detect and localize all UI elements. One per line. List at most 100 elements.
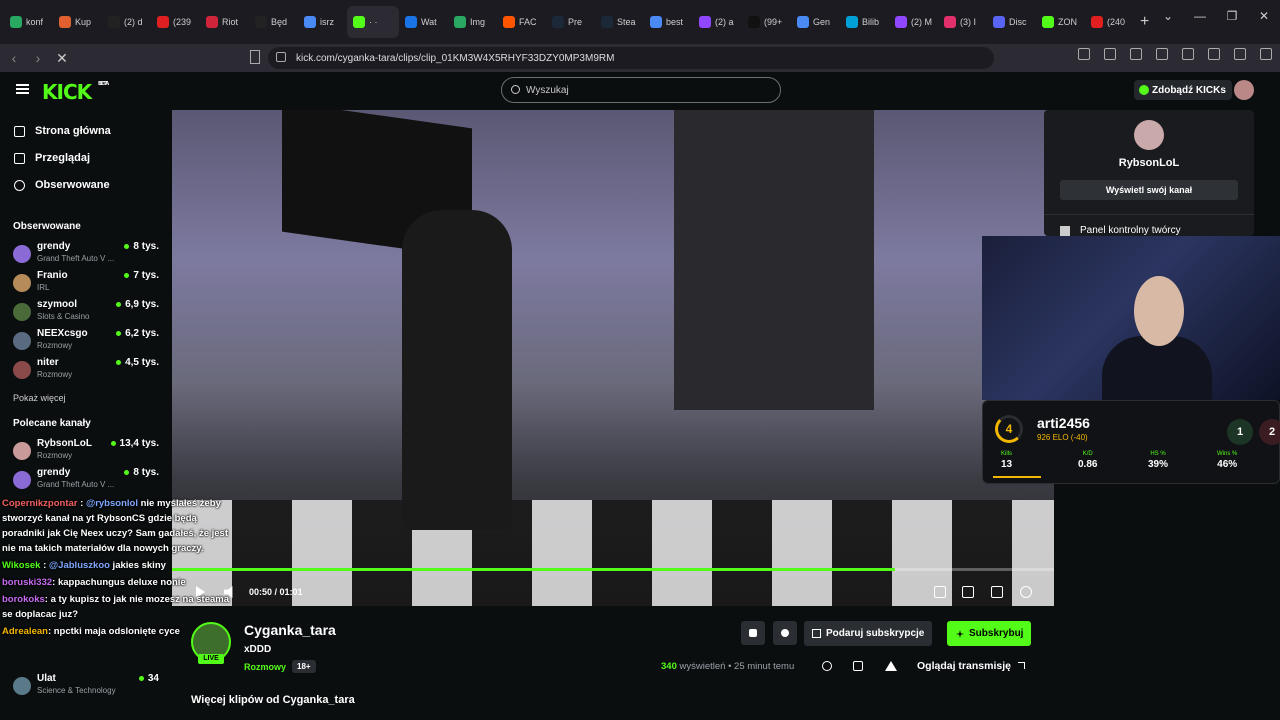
- follow-button[interactable]: [773, 621, 797, 645]
- sidebar-channel-item[interactable]: grendy Grand Theft Auto V ... 8 tys.: [13, 241, 163, 267]
- browser-tab[interactable]: Kup: [53, 6, 102, 38]
- report-icon[interactable]: [885, 661, 897, 671]
- sidebar-channel-item[interactable]: grendy Grand Theft Auto V ... 8 tys.: [13, 467, 163, 493]
- browser-tab[interactable]: (2) M: [889, 6, 938, 38]
- fullscreen-icon[interactable]: [991, 586, 1003, 598]
- back-button[interactable]: ‹: [4, 50, 24, 66]
- new-tab-button[interactable]: +: [1140, 13, 1149, 31]
- theater-mode-icon[interactable]: [962, 586, 974, 598]
- minimize-button[interactable]: —: [1184, 0, 1216, 32]
- restore-button[interactable]: ❐: [1216, 0, 1248, 32]
- view-channel-button[interactable]: Wyświetl swój kanał: [1060, 180, 1238, 200]
- browser-tab[interactable]: (240: [1085, 6, 1134, 38]
- star-icon: [956, 630, 964, 638]
- sidebar-channel-item[interactable]: Ulat Science & Technology 34: [13, 673, 163, 699]
- tab-search-icon[interactable]: ⌄: [1152, 0, 1184, 32]
- creator-dashboard-item[interactable]: Panel kontrolny twórcy: [1060, 225, 1181, 236]
- browser-tab[interactable]: best: [644, 6, 693, 38]
- dropdown-username: RybsonLoL: [1118, 157, 1180, 169]
- nav-following[interactable]: Obserwowane: [14, 179, 110, 191]
- viewer-count: 7 tys.: [124, 270, 159, 281]
- wallet-icon[interactable]: [1182, 48, 1194, 60]
- chat-username[interactable]: Wikosek: [2, 560, 40, 571]
- search-input[interactable]: Wyszukaj: [501, 77, 781, 103]
- channel-category: IRL: [37, 283, 50, 292]
- extension-icon[interactable]: [1078, 48, 1090, 60]
- user-avatar[interactable]: [1234, 80, 1254, 100]
- tab-favicon-icon: [846, 16, 858, 28]
- video-player[interactable]: 00:50 / 01:01: [172, 110, 1054, 606]
- download-icon[interactable]: [853, 661, 863, 671]
- pip-icon[interactable]: [934, 586, 946, 598]
- watch-stream-button[interactable]: Oglądaj transmisję: [909, 655, 1029, 677]
- channel-name: Franio: [37, 270, 68, 281]
- channel-name[interactable]: Cyganka_tara: [244, 622, 336, 638]
- ai-icon[interactable]: [1208, 48, 1220, 60]
- nav-home[interactable]: Strona główna: [14, 125, 111, 137]
- channel-category: Grand Theft Auto V ...: [37, 480, 115, 489]
- browser-tab[interactable]: konf: [4, 6, 53, 38]
- tab-label: Bilib: [862, 17, 880, 27]
- browse-icon: [14, 152, 25, 164]
- chat-username[interactable]: Adrealean: [2, 626, 48, 637]
- show-more-link[interactable]: Pokaż więcej: [13, 393, 66, 403]
- sidebar-channel-item[interactable]: NEEXcsgo Rozmowy 6,2 tys.: [13, 328, 163, 354]
- browser-tab[interactable]: (3) I: [938, 6, 987, 38]
- chat-mention[interactable]: @Jabluszkoo: [49, 560, 110, 571]
- browser-tab[interactable]: Będ: [249, 6, 298, 38]
- bookmark-icon[interactable]: [250, 50, 260, 64]
- sidebar-channel-item[interactable]: niter Rozmowy 4,5 tys.: [13, 357, 163, 383]
- reload-icon[interactable]: ✕: [52, 50, 72, 67]
- chat-username[interactable]: borokoks: [2, 594, 45, 605]
- chat-username[interactable]: boruski332: [2, 577, 52, 588]
- browser-tab[interactable]: Img: [448, 6, 497, 38]
- browser-tab[interactable]: (2) a: [693, 6, 742, 38]
- music-icon[interactable]: [1130, 48, 1142, 60]
- chat-username[interactable]: Copernikzpontar: [2, 498, 77, 509]
- browser-tab[interactable]: Wat: [399, 6, 448, 38]
- video-progress-bar[interactable]: [172, 568, 1054, 571]
- chat-mention[interactable]: @rybsonlol: [86, 498, 138, 509]
- tab-label: isrz: [320, 17, 334, 27]
- browser-tab[interactable]: Riot: [200, 6, 249, 38]
- clip-category[interactable]: Rozmowy: [244, 662, 286, 672]
- menu-icon[interactable]: [16, 84, 29, 94]
- browser-tab[interactable]: (239: [151, 6, 200, 38]
- bell-icon: [749, 629, 757, 637]
- age-badge: 18+: [292, 660, 316, 673]
- browser-tab[interactable]: Gen: [791, 6, 840, 38]
- tab-favicon-icon: [993, 16, 1005, 28]
- browser-tab[interactable]: Disc: [987, 6, 1036, 38]
- subscribe-button[interactable]: Subskrybuj: [947, 621, 1032, 646]
- browser-tab[interactable]: Bilib: [840, 6, 889, 38]
- browser-tab[interactable]: FAC: [497, 6, 546, 38]
- vpn-icon[interactable]: [1234, 48, 1246, 60]
- browser-tab[interactable]: (2) d: [102, 6, 151, 38]
- sidebar-channel-item[interactable]: RybsonLoL Rozmowy 13,4 tys.: [13, 438, 163, 464]
- browser-tab[interactable]: isrz: [298, 6, 347, 38]
- browser-tab[interactable]: Pre: [546, 6, 595, 38]
- get-kicks-button[interactable]: Zdobądź KICKs: [1134, 80, 1232, 100]
- browser-tab[interactable]: Stea: [595, 6, 644, 38]
- sidebar-channel-item[interactable]: Franio IRL 7 tys.: [13, 270, 163, 296]
- nav-browse[interactable]: Przeglądaj: [14, 152, 90, 164]
- kick-logo[interactable]: KICK BETA: [42, 80, 109, 104]
- settings-icon[interactable]: [1020, 586, 1032, 598]
- tab-favicon-icon: [1042, 16, 1054, 28]
- browser-tab[interactable]: · ·: [347, 6, 399, 38]
- menu-icon[interactable]: [1260, 48, 1272, 60]
- sidebar-icon[interactable]: [1156, 48, 1168, 60]
- browser-tab[interactable]: (99+: [742, 6, 791, 38]
- url-field[interactable]: kick.com/cyganka-tara/clips/clip_01KM3W4…: [268, 47, 994, 69]
- viewer-count: 8 tys.: [124, 241, 159, 252]
- site-info-icon[interactable]: [276, 52, 286, 62]
- forward-button[interactable]: ›: [28, 50, 48, 66]
- sidebar-channel-item[interactable]: szymool Slots & Casino 6,9 tys.: [13, 299, 163, 325]
- channel-category: Rozmowy: [37, 370, 73, 379]
- browser-tab[interactable]: ZON: [1036, 6, 1085, 38]
- notification-button[interactable]: [741, 621, 765, 645]
- share-icon[interactable]: [822, 661, 832, 671]
- extension-icon[interactable]: [1104, 48, 1116, 60]
- close-window-button[interactable]: ✕: [1248, 0, 1280, 32]
- gift-sub-button[interactable]: Podaruj subskrypcje: [804, 621, 933, 646]
